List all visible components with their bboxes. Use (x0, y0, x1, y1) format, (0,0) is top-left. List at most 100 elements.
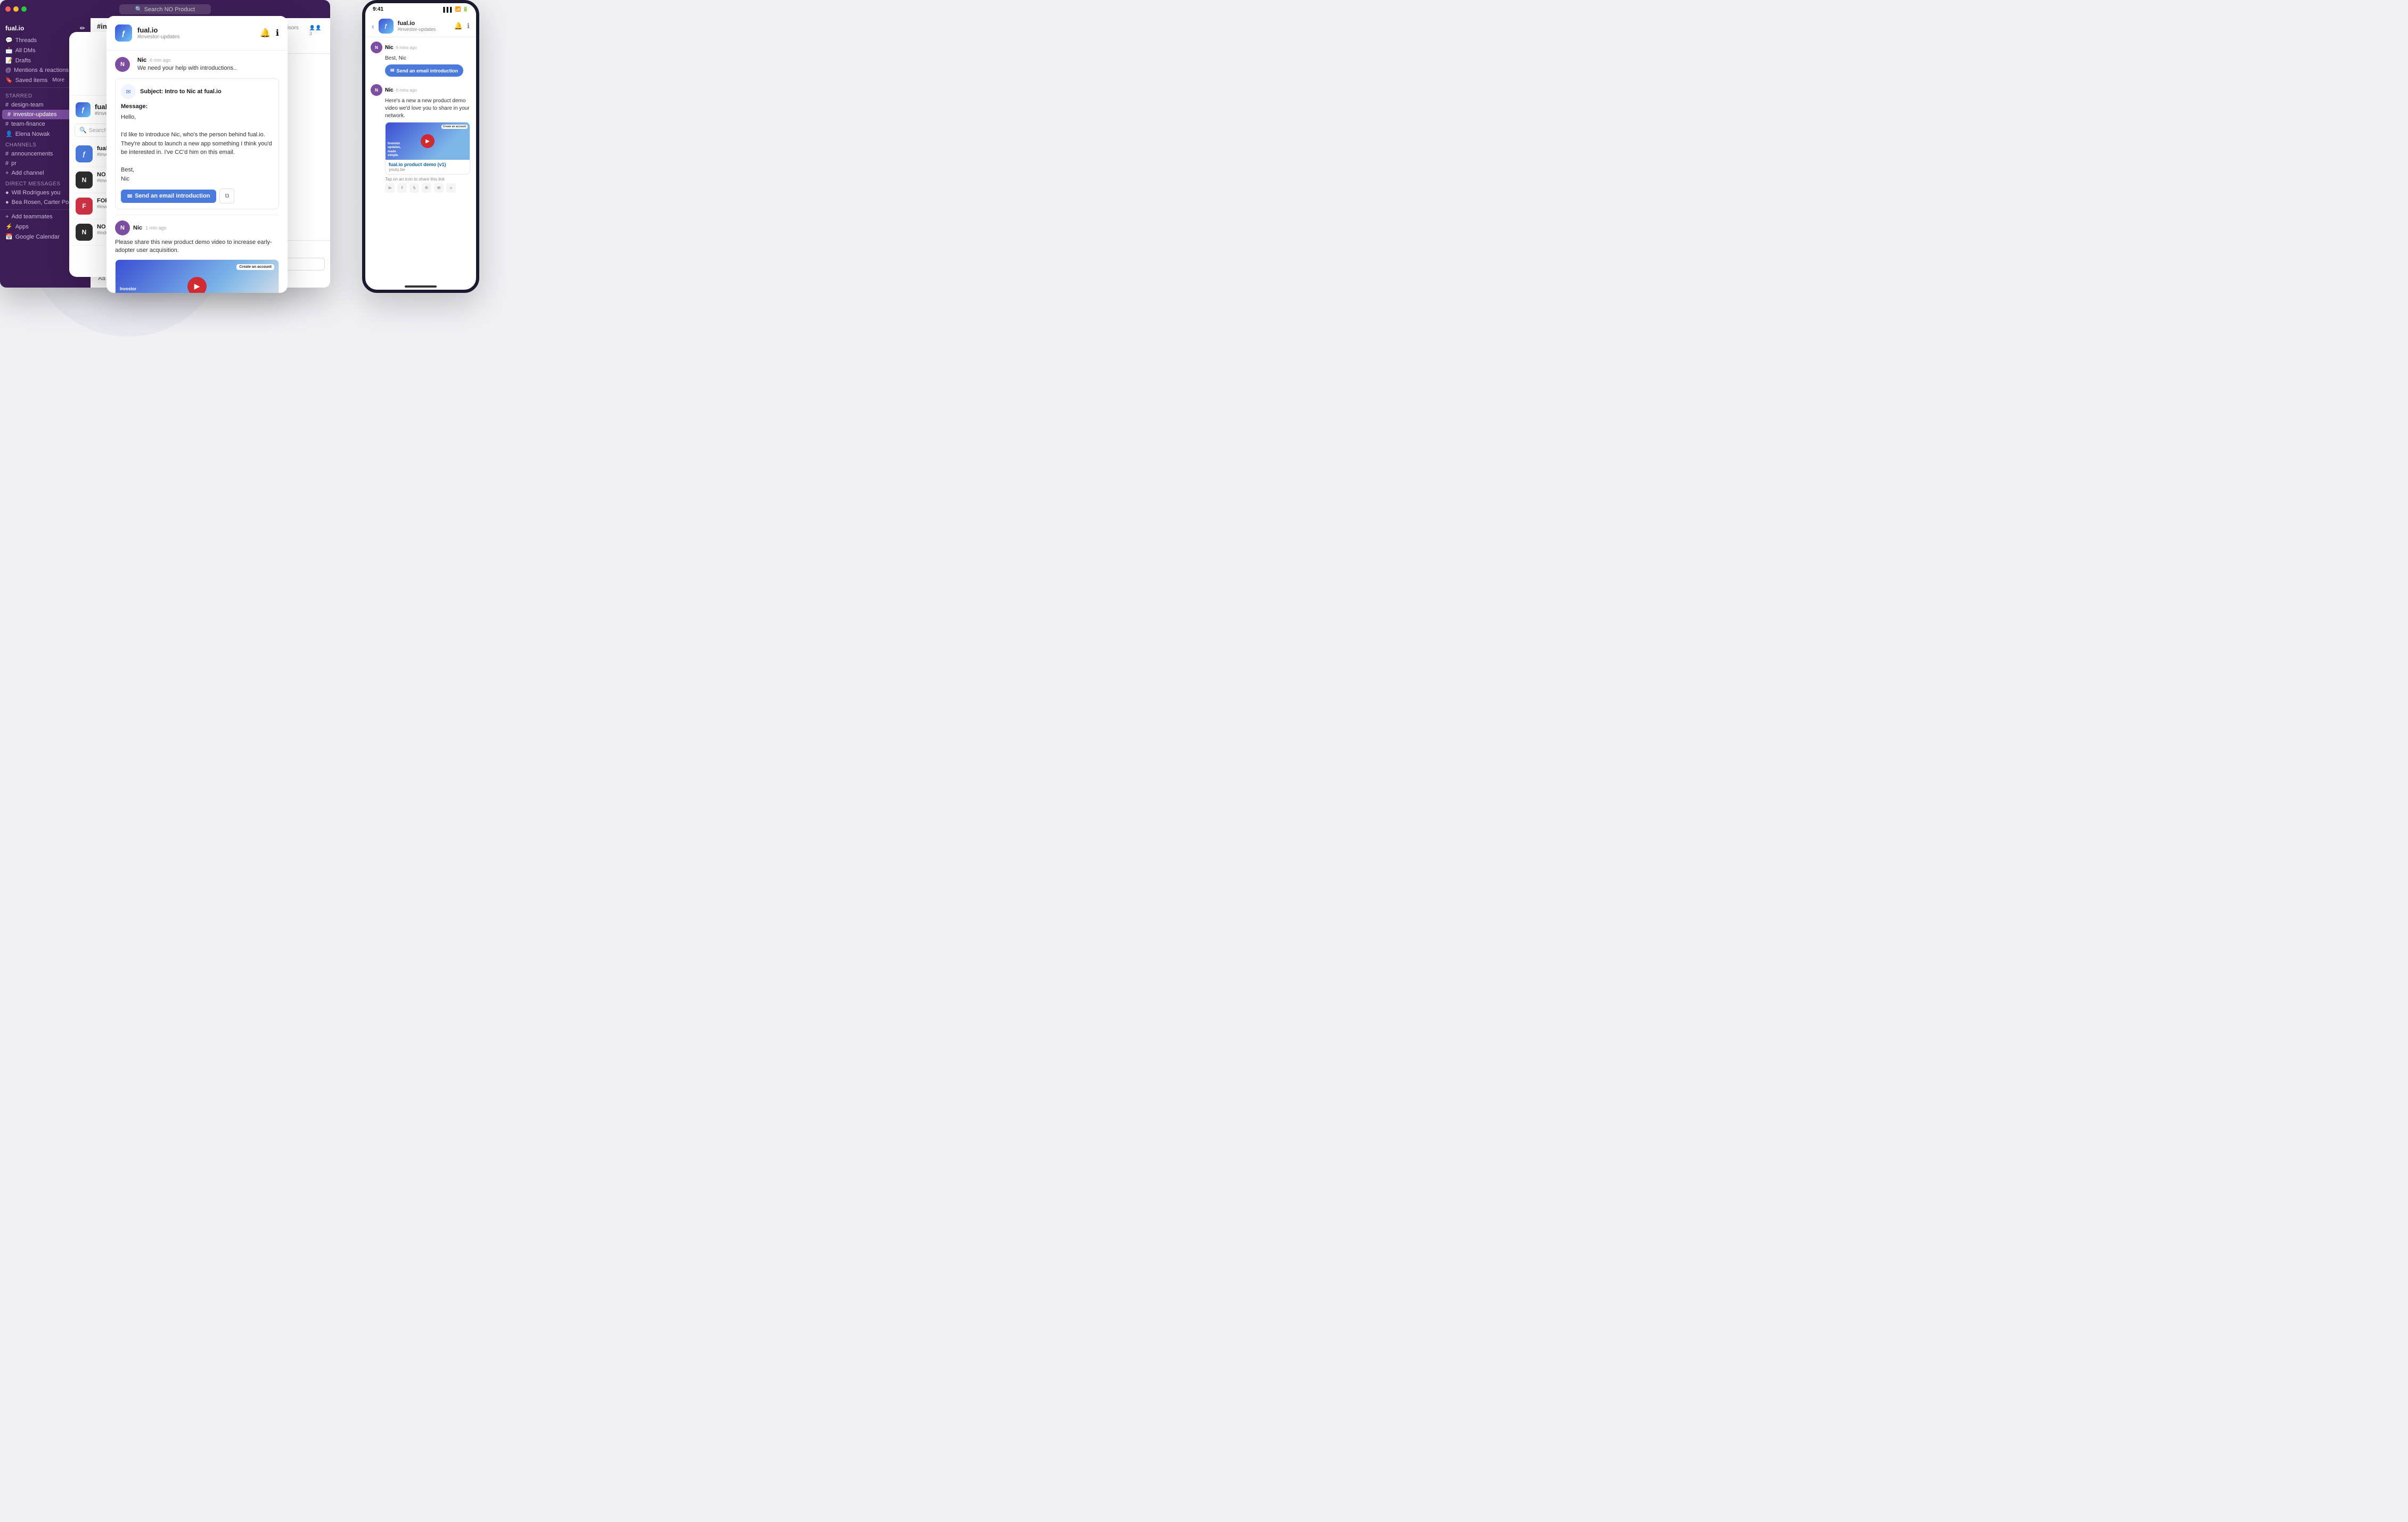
close-dot[interactable] (5, 6, 11, 12)
send-intro-button[interactable]: ✉ Send an email introduction (121, 190, 216, 203)
help-text: We need your help with introductions.. (137, 65, 236, 71)
mobile-msg-header-1: N Nic 6 mins ago (371, 42, 471, 53)
mobile-channel-avatar: ƒ (379, 19, 394, 34)
video-play-button[interactable]: ▶ (187, 277, 207, 293)
mobile-send-label: Send an email introduction (397, 68, 458, 73)
email-panel-workspace: fual.io (137, 26, 180, 34)
email-subject-text: Subject: Intro to Nic at fual.io (140, 88, 222, 95)
email-body-text: I'd like to introduce Nic, who's the per… (121, 132, 272, 156)
email-detail-panel: ƒ fual.io #investor-updates 🔔 ℹ N Nic 6 … (107, 16, 288, 293)
user-icon: 👤 (5, 130, 13, 137)
mobile-play-btn[interactable]: ▶ (421, 134, 435, 148)
signal-icon: ▌▌▌ (443, 7, 453, 12)
drafts-label: Drafts (15, 58, 31, 64)
mentions-label: Mentions & reactions (14, 67, 69, 73)
send-button-label: Send an email introduction (135, 193, 210, 199)
video-card-email: Investorupdates,madesimple. ▶ Create an … (115, 259, 279, 293)
notification-icon[interactable]: 🔔 (260, 28, 271, 38)
create-account-badge: Create an account (236, 264, 274, 270)
chat-avatar-np: N (76, 171, 93, 189)
threads-label: Threads (15, 37, 37, 44)
mobile-emoji-share[interactable]: ☺ (446, 183, 456, 193)
avatar-nic-email: N (115, 57, 130, 72)
search-icon: 🔍 (135, 6, 143, 13)
mobile-video-domain: youtu.be (389, 167, 466, 172)
email-card: ✉ Subject: Intro to Nic at fual.io Messa… (115, 78, 279, 209)
battery-icon: 🔋 (463, 6, 469, 12)
back-button[interactable]: ‹ (372, 22, 374, 30)
chat-avatar-48: F (76, 198, 93, 215)
search-label: Search NO Product (144, 6, 195, 13)
mobile-info-icon[interactable]: ℹ (467, 22, 470, 30)
mobile-create-badge: Create an account (441, 125, 468, 129)
mobile-author-1: Nic (385, 45, 394, 51)
mobile-whatsapp[interactable]: ✆ (422, 183, 431, 193)
mobile-share-icons: in f 𝕏 ✆ ✉ ☺ (385, 183, 471, 193)
nic-demo-text: Please share this new product demo video… (115, 239, 279, 255)
mobile-bell-icon[interactable]: 🔔 (454, 22, 463, 30)
mobile-nav-icons: 🔔 ℹ (454, 22, 470, 30)
mobile-send-btn[interactable]: ✉ Send an email introduction (385, 64, 463, 77)
maximize-dot[interactable] (21, 6, 27, 12)
email-greeting: Hello, (121, 114, 136, 120)
email-panel-header: ƒ fual.io #investor-updates 🔔 ℹ (107, 16, 288, 51)
workspace-name[interactable]: fual.io (5, 24, 24, 32)
more-label: More (52, 77, 64, 83)
design-team-label: design-team (11, 102, 44, 108)
pr-label: pr (11, 160, 17, 167)
chat-avatar-np2: N (76, 224, 93, 241)
send-icon: ✉ (127, 193, 132, 200)
nic-demo-avatar: N (115, 220, 130, 235)
mobile-email-share[interactable]: ✉ (434, 183, 444, 193)
edit-icon[interactable]: ✏ (80, 24, 85, 32)
dm-icon-bea: ● (5, 199, 9, 206)
email-action-row: ✉ Send an email introduction ⧉ (121, 183, 273, 203)
minimize-dot[interactable] (13, 6, 19, 12)
mobile-video-title: fual.io product demo (v1) (389, 162, 466, 167)
saved-label: Saved items (15, 77, 48, 84)
mobile-status-right: ▌▌▌ 📶 🔋 (443, 6, 469, 12)
wifi-icon: 📶 (455, 6, 461, 12)
drafts-icon: 📝 (5, 57, 13, 64)
member-avatars: 👤👤 3 (309, 25, 324, 36)
mobile-linkedin[interactable]: in (385, 183, 395, 193)
channel-hash-icon-2: # (5, 121, 9, 127)
mobile-msg-header-2: N Nic 6 mins ago (371, 84, 471, 96)
mobile-twitter[interactable]: 𝕏 (409, 183, 419, 193)
add-channel-label: Add channel (11, 170, 44, 176)
mobile-time-1: 6 mins ago (396, 45, 417, 50)
nic-demo-header: N Nic 1 min ago (115, 220, 279, 235)
dms-icon: 📩 (5, 47, 13, 54)
mobile-channel-name: fual.io (398, 20, 450, 27)
gcal-label: Google Calendar (15, 234, 60, 240)
info-icon[interactable]: ℹ (276, 28, 279, 38)
email-message-body: Hello, I'd like to introduce Nic, who's … (121, 113, 273, 183)
mobile-facebook[interactable]: f (397, 183, 407, 193)
mobile-send-icon: ✉ (390, 68, 395, 73)
mobile-nav-bar: ‹ ƒ fual.io #investor-updates 🔔 ℹ (365, 15, 476, 37)
email-message-label: Message: (121, 103, 273, 110)
copy-button[interactable]: ⧉ (219, 189, 234, 203)
email-panel-logo: ƒ (115, 24, 132, 42)
mobile-video-overlay: Investorupdates,madesimple. (388, 142, 401, 158)
mobile-demo-message: N Nic 6 mins ago Here's a new a new prod… (371, 84, 471, 193)
search-icon-chat: 🔍 (79, 127, 87, 134)
mobile-share-label: Tap on an icon to share this link (385, 177, 471, 182)
ch-icon: # (5, 151, 9, 157)
apps-label: Apps (15, 224, 29, 230)
title-search[interactable]: 🔍 Search NO Product (119, 4, 211, 14)
mobile-intro-body: Best, Nic (385, 55, 406, 61)
video-overlay-label: Investorupdates,madesimple. (120, 287, 137, 293)
video-card-thumbnail: Investorupdates,madesimple. ▶ Create an … (116, 260, 279, 293)
add-teammates-icon: + (5, 214, 9, 220)
home-indicator (405, 285, 437, 288)
email-signoff: Best, (121, 167, 134, 173)
chat-list-logo: ƒ (76, 102, 91, 117)
email-subject-section: ✉ Subject: Intro to Nic at fual.io (121, 84, 273, 99)
apps-icon: ⚡ (5, 223, 13, 230)
mobile-avatar-1: N (371, 42, 382, 53)
will-label: Will Rodrigues you (12, 190, 61, 196)
mobile-video-thumb: Investorupdates,madesimple. ▶ Create an … (386, 122, 470, 160)
email-panel-body: N Nic 6 min ago We need your help with i… (107, 51, 288, 293)
help-message: N Nic 6 min ago We need your help with i… (115, 57, 279, 72)
